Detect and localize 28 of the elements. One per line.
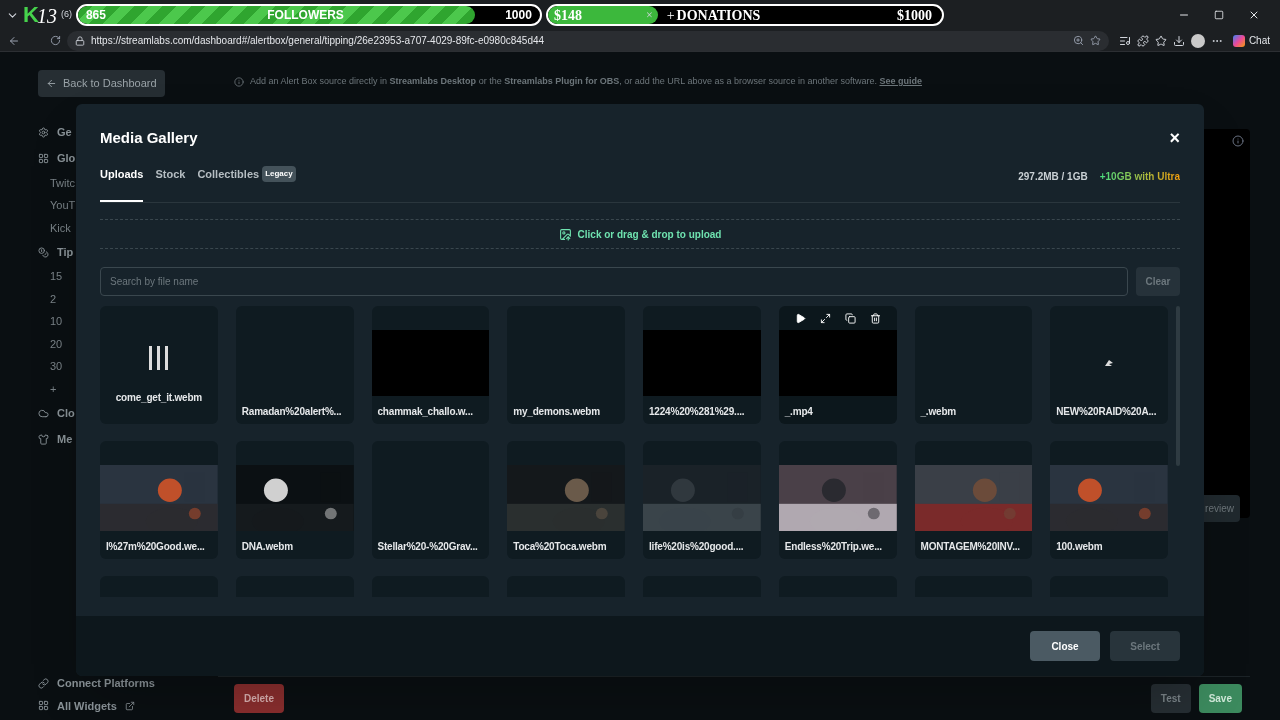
- file-name: _.mp4: [783, 405, 814, 419]
- storage-usage: 297.2MB / 1GB: [1018, 170, 1088, 184]
- channel-logo: K13: [23, 4, 57, 26]
- goal-current: 865: [85, 7, 106, 24]
- file-name: life%20is%20good....: [648, 540, 745, 554]
- file-name: Stellar%20-%20Grav...: [376, 540, 479, 554]
- goal-label: DONATIONS: [676, 6, 761, 24]
- file-name: I%27m%20Good.we...: [105, 540, 206, 554]
- goal-label: FOLLOWERS: [267, 7, 344, 24]
- file-name: NEW%20RAID%20A...: [1055, 405, 1158, 419]
- goal-target: 1000: [505, 7, 532, 24]
- file-name: come_get_it.webm: [114, 391, 203, 405]
- file-name: 100.webm: [1055, 540, 1104, 554]
- goal-target: $1000: [896, 6, 933, 24]
- legacy-badge: Legacy: [262, 165, 296, 182]
- dialog-title: Media Gallery: [100, 128, 198, 148]
- file-name: MONTAGEM%20INV...: [919, 540, 1021, 554]
- tab-count: (6): [60, 8, 72, 22]
- file-name: Endless%20Trip.we...: [783, 540, 883, 554]
- file-name: DNA.webm: [240, 540, 294, 554]
- info-text: Add an Alert Box source directly in Streamlabs Desktop or the Streamlabs Plugin for OBS, or add the URL above as a browser source in another software. See guide: [234, 75, 1250, 89]
- goal-current: $148: [553, 6, 582, 24]
- file-name: Toca%20Toca.webm: [512, 540, 608, 554]
- file-name: Ramadan%20alert%...: [240, 405, 343, 419]
- file-name: 1224%20%281%29....: [648, 405, 746, 419]
- file-name: my_demons.webm: [512, 405, 601, 419]
- file-name: _.webm: [919, 405, 957, 419]
- file-name: chammak_challo.w...: [376, 405, 474, 419]
